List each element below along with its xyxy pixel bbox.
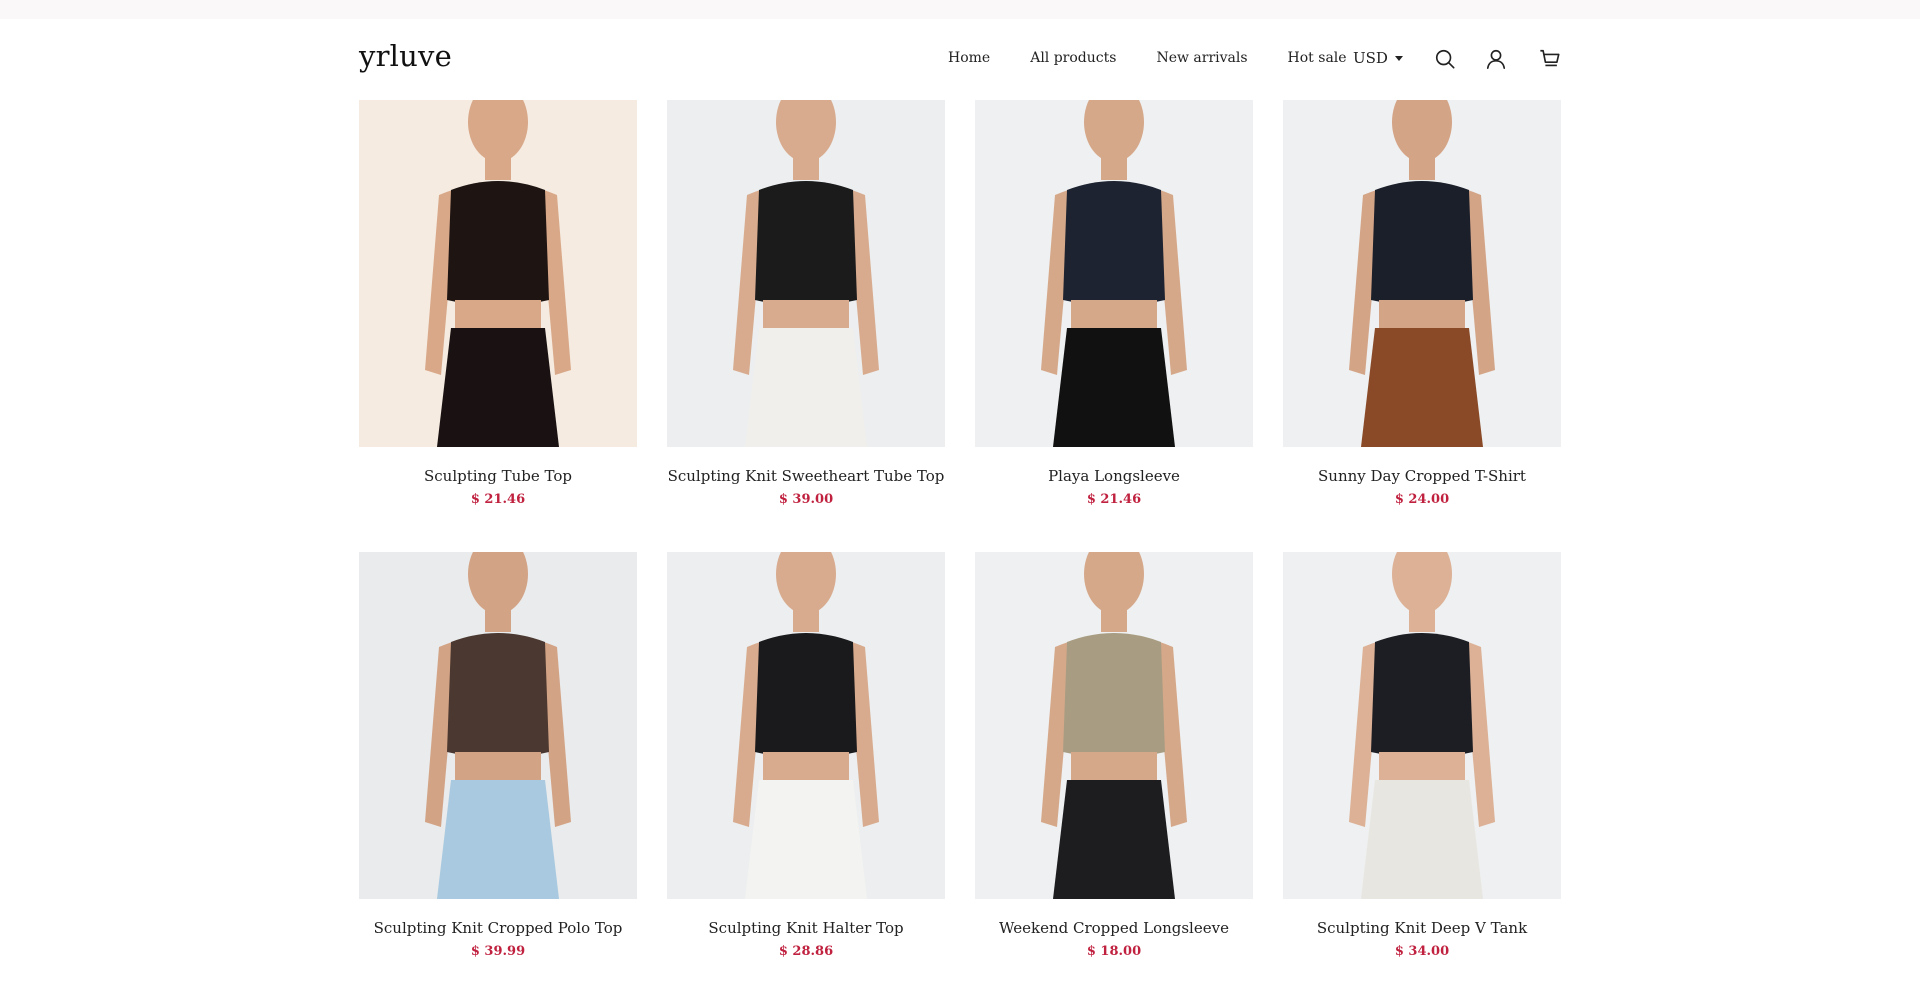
product-price: $ 21.46 bbox=[1086, 492, 1142, 507]
product-image[interactable] bbox=[359, 552, 637, 899]
product-card[interactable]: Sunny Day Cropped T-Shirt $ 24.00 bbox=[1283, 100, 1561, 552]
product-card[interactable]: Sculpting Knit Sweetheart Tube Top $ 39.0… bbox=[667, 100, 945, 552]
product-name[interactable]: Sculpting Knit Halter Top bbox=[667, 919, 945, 937]
product-card[interactable]: Sculpting Knit Cropped Polo Top $ 39.99 bbox=[359, 552, 637, 1004]
product-image[interactable] bbox=[667, 100, 945, 447]
announcement-bar bbox=[0, 0, 1920, 19]
product-grid: Sculpting Tube Top $ 21.46 Sculpting Knit … bbox=[359, 100, 1561, 1004]
product-image[interactable] bbox=[975, 552, 1253, 899]
product-card[interactable]: Sculpting Knit Halter Top $ 28.86 bbox=[667, 552, 945, 1004]
nav-new-arrivals[interactable]: New arrivals bbox=[1156, 50, 1247, 66]
product-price: $ 34.00 bbox=[1394, 944, 1450, 959]
product-image[interactable] bbox=[975, 100, 1253, 447]
product-name[interactable]: Playa Longsleeve bbox=[975, 467, 1253, 485]
nav-home[interactable]: Home bbox=[948, 50, 990, 66]
product-image[interactable] bbox=[359, 100, 637, 447]
chevron-down-icon bbox=[1394, 55, 1403, 61]
product-name[interactable]: Weekend Cropped Longsleeve bbox=[975, 919, 1253, 937]
product-card[interactable]: Sculpting Knit Deep V Tank $ 34.00 bbox=[1283, 552, 1561, 1004]
account-icon[interactable] bbox=[1485, 48, 1507, 70]
product-price: $ 28.86 bbox=[778, 944, 834, 959]
product-price: $ 21.46 bbox=[470, 492, 526, 507]
product-name[interactable]: Sculpting Tube Top bbox=[359, 467, 637, 485]
product-price: $ 39.00 bbox=[778, 492, 834, 507]
product-name[interactable]: Sculpting Knit Cropped Polo Top bbox=[359, 919, 637, 937]
search-icon[interactable] bbox=[1434, 48, 1456, 70]
product-image[interactable] bbox=[667, 552, 945, 899]
product-card[interactable]: Playa Longsleeve $ 21.46 bbox=[975, 100, 1253, 552]
main-nav: Home All products New arrivals Hot sale bbox=[948, 50, 1387, 66]
currency-selector[interactable]: USD bbox=[1353, 49, 1403, 67]
nav-all-products[interactable]: All products bbox=[1030, 50, 1116, 66]
product-card[interactable]: Weekend Cropped Longsleeve $ 18.00 bbox=[975, 552, 1253, 1004]
product-price: $ 39.99 bbox=[470, 944, 526, 959]
currency-label: USD bbox=[1353, 49, 1388, 67]
nav-hot-sale[interactable]: Hot sale bbox=[1288, 50, 1347, 66]
product-image[interactable] bbox=[1283, 552, 1561, 899]
product-price: $ 18.00 bbox=[1086, 944, 1142, 959]
product-name[interactable]: Sunny Day Cropped T-Shirt bbox=[1283, 467, 1561, 485]
product-card[interactable]: Sculpting Tube Top $ 21.46 bbox=[359, 100, 637, 552]
product-name[interactable]: Sculpting Knit Sweetheart Tube Top bbox=[667, 467, 945, 485]
product-image[interactable] bbox=[1283, 100, 1561, 447]
cart-icon[interactable] bbox=[1539, 48, 1561, 70]
store-logo[interactable]: yrluve bbox=[359, 39, 452, 73]
product-name[interactable]: Sculpting Knit Deep V Tank bbox=[1283, 919, 1561, 937]
product-price: $ 24.00 bbox=[1394, 492, 1450, 507]
site-header: yrluve Home All products New arrivals Ho… bbox=[0, 19, 1920, 99]
